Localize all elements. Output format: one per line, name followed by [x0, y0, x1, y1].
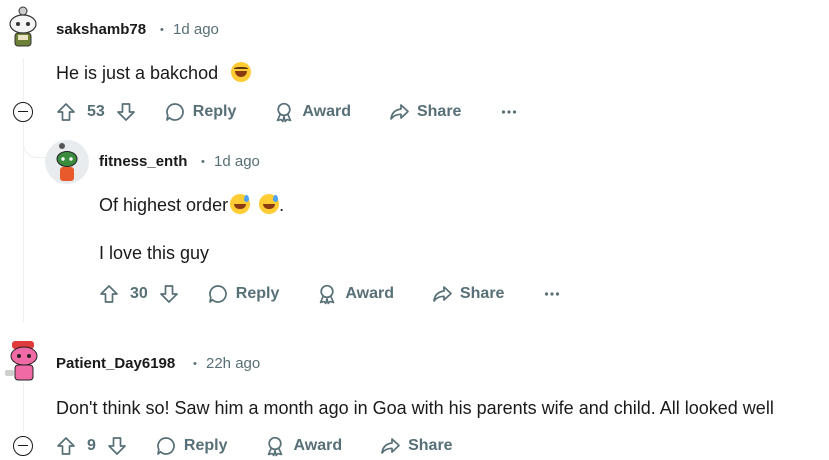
- more-options-button[interactable]: [541, 283, 563, 305]
- upvote-button[interactable]: [55, 435, 77, 457]
- vote-count: 9: [87, 437, 96, 454]
- collapse-button[interactable]: [13, 436, 33, 456]
- more-options-button[interactable]: [498, 101, 520, 123]
- vote-count: 30: [130, 285, 148, 302]
- timestamp[interactable]: 22h ago: [206, 355, 260, 372]
- comment-body: Don't think so! Saw him a month ago in G…: [56, 398, 774, 418]
- reply-label: Reply: [192, 103, 237, 120]
- sweat-smile-emoji-icon: [230, 194, 251, 214]
- comment-actions: 53 Reply Award Share: [55, 98, 520, 126]
- comment-text: Of highest order: [99, 195, 229, 215]
- upvote-arrow-icon: [57, 437, 75, 455]
- username[interactable]: Patient_Day6198: [56, 355, 175, 372]
- reply-button[interactable]: Reply: [155, 435, 228, 457]
- laughing-emoji-icon: [231, 62, 252, 82]
- avatar[interactable]: [4, 338, 44, 384]
- reply-label: Reply: [183, 437, 228, 454]
- avatar[interactable]: [4, 4, 42, 48]
- share-label: Share: [459, 285, 505, 302]
- share-arrow-icon: [381, 438, 400, 454]
- award-label: Award: [302, 103, 351, 120]
- award-ribbon-icon: [320, 284, 335, 305]
- avatar[interactable]: [45, 140, 89, 184]
- downvote-button[interactable]: [106, 435, 128, 457]
- upvote-button[interactable]: [55, 101, 77, 123]
- timestamp[interactable]: 1d ago: [173, 21, 219, 38]
- downvote-button[interactable]: [158, 283, 180, 305]
- separator-dot: •: [201, 156, 205, 168]
- separator-dot: •: [160, 24, 164, 36]
- thread-line: [23, 382, 24, 432]
- award-label: Award: [293, 437, 343, 454]
- comment-text-tail: .: [279, 195, 285, 215]
- share-label: Share: [416, 103, 462, 120]
- award-button[interactable]: Award: [273, 101, 351, 123]
- share-arrow-icon: [390, 104, 409, 120]
- username[interactable]: fitness_enth: [99, 153, 187, 170]
- share-button[interactable]: Share: [431, 283, 504, 305]
- downvote-arrow-icon: [159, 285, 178, 303]
- downvote-button[interactable]: [115, 101, 137, 123]
- award-ribbon-icon: [268, 436, 283, 457]
- thread-line: [23, 122, 24, 322]
- comment-body-line-1: Of highest order .: [99, 194, 284, 216]
- comment-body: He is just a bakchod: [56, 62, 252, 84]
- upvote-arrow-icon: [57, 103, 75, 121]
- reply-button[interactable]: Reply: [207, 283, 280, 305]
- username[interactable]: sakshamb78: [56, 21, 146, 38]
- sweat-smile-emoji-icon: [259, 194, 280, 214]
- award-button[interactable]: Award: [316, 283, 394, 305]
- thread-line: [23, 58, 24, 108]
- more-horizontal-icon: [545, 292, 560, 296]
- more-horizontal-icon: [502, 110, 517, 114]
- downvote-arrow-icon: [108, 437, 126, 455]
- share-button[interactable]: Share: [379, 435, 453, 457]
- collapse-button[interactable]: [13, 102, 33, 122]
- comment-actions: 30 Reply Award Share: [98, 280, 563, 308]
- share-button[interactable]: Share: [388, 101, 461, 123]
- snoo-avatar-icon: [46, 141, 88, 183]
- speech-bubble-icon: [165, 103, 184, 121]
- speech-bubble-icon: [208, 285, 227, 303]
- timestamp[interactable]: 1d ago: [214, 153, 260, 170]
- comment-text: He is just a bakchod: [56, 63, 219, 83]
- share-arrow-icon: [433, 286, 452, 302]
- reply-label: Reply: [235, 285, 280, 302]
- award-ribbon-icon: [277, 102, 292, 123]
- separator-dot: •: [193, 358, 197, 370]
- comment-actions: 9 Reply Award Share: [55, 432, 453, 460]
- vote-count: 53: [87, 103, 105, 120]
- award-button[interactable]: Award: [264, 435, 342, 457]
- reply-button[interactable]: Reply: [164, 101, 237, 123]
- snoo-avatar-icon: [5, 341, 38, 381]
- snoo-avatar-icon: [9, 6, 37, 47]
- downvote-arrow-icon: [116, 103, 135, 121]
- upvote-arrow-icon: [100, 285, 118, 303]
- share-label: Share: [408, 437, 453, 454]
- comment-body-line-2: I love this guy: [99, 243, 210, 263]
- speech-bubble-icon: [157, 437, 175, 455]
- award-label: Award: [345, 285, 394, 302]
- upvote-button[interactable]: [98, 283, 120, 305]
